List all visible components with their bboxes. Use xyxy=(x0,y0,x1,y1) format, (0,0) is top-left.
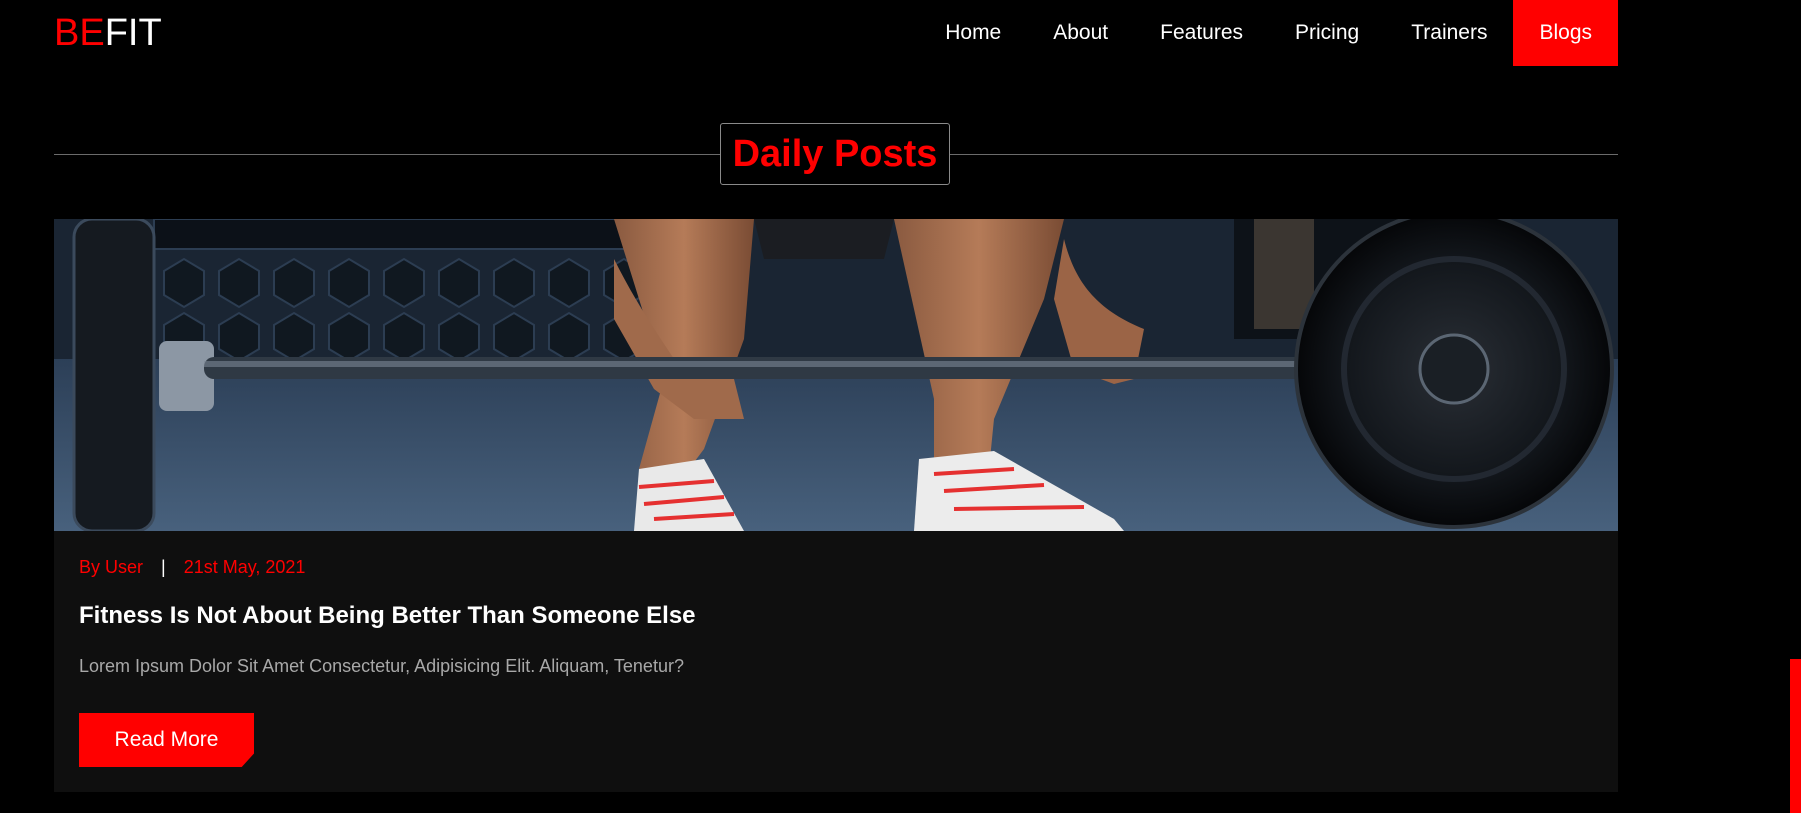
meta-separator: | xyxy=(161,557,166,577)
heading-box: Daily Posts xyxy=(720,123,950,185)
post-date: 21st May, 2021 xyxy=(183,557,306,577)
nav-pricing[interactable]: Pricing xyxy=(1269,0,1385,66)
section-title: Daily Posts xyxy=(732,132,938,175)
post-meta: By User | 21st May, 2021 xyxy=(79,557,305,578)
logo-part-be: BE xyxy=(54,12,105,54)
header: BEFIT Home About Features Pricing Traine… xyxy=(0,0,1801,66)
nav-trainers[interactable]: Trainers xyxy=(1385,0,1513,66)
post-title[interactable]: Fitness Is Not About Being Better Than S… xyxy=(79,602,696,630)
nav-about[interactable]: About xyxy=(1027,0,1134,66)
blog-image xyxy=(54,219,1618,531)
section-heading: Daily Posts xyxy=(54,123,1618,187)
blog-card: By User | 21st May, 2021 Fitness Is Not … xyxy=(54,219,1618,792)
barbell-photo-illustration xyxy=(54,219,1618,531)
nav-features[interactable]: Features xyxy=(1134,0,1269,66)
read-more-button[interactable]: Read More xyxy=(79,713,254,767)
post-author[interactable]: By User xyxy=(79,557,143,578)
nav-blogs[interactable]: Blogs xyxy=(1513,0,1618,66)
brand-logo[interactable]: BEFIT xyxy=(54,12,162,54)
nav-home[interactable]: Home xyxy=(919,0,1027,66)
scroll-indicator[interactable] xyxy=(1790,659,1801,813)
main-nav: Home About Features Pricing Trainers Blo… xyxy=(919,0,1618,66)
page: BEFIT Home About Features Pricing Traine… xyxy=(0,0,1801,813)
post-excerpt: Lorem Ipsum Dolor Sit Amet Consectetur, … xyxy=(79,656,684,676)
logo-part-fit: FIT xyxy=(104,12,162,54)
